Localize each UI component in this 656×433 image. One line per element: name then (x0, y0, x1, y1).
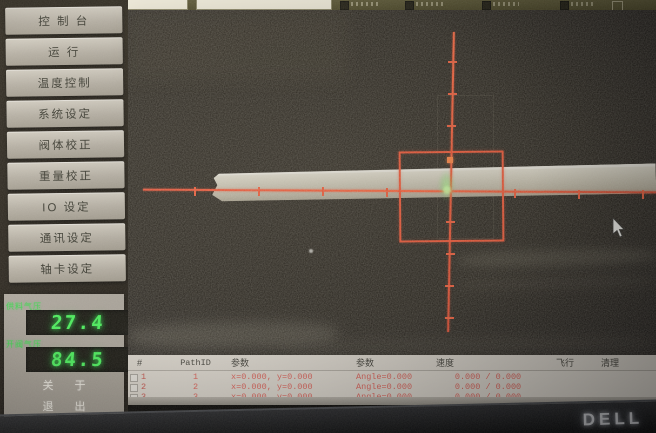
sidebar-item-system-settings[interactable]: 系统设定 (6, 99, 123, 128)
sidebar-item-run[interactable]: 运 行 (6, 37, 123, 66)
row-path-id: 1 (168, 372, 223, 382)
dispense-point (443, 186, 451, 194)
table-row[interactable]: 2 2 x=0.000, y=0.000 Angle=0.000 0.000 /… (128, 382, 656, 392)
sidebar-item-label: 温度控制 (38, 74, 92, 91)
stage-streak (458, 276, 656, 291)
col-param-1: 参数 (223, 356, 348, 369)
toolbar-checkbox-label-1 (351, 2, 381, 6)
dell-logo: DELL (582, 409, 643, 431)
row-pos: x=0.000, y=0.000 (223, 382, 348, 392)
row-angle: Angle=0.000 (348, 372, 428, 382)
col-fly: 飞行 (548, 356, 588, 369)
sidebar-item-label: 系统设定 (38, 105, 92, 122)
valve-pressure-display: 84.5 (26, 347, 130, 372)
sidebar-item-label: 阀体校正 (38, 136, 92, 153)
path-table: # PathID 参数 参数 速度 飞行 清理 1 1 x=0.000, y=0… (128, 355, 656, 403)
row-checkbox[interactable] (130, 374, 138, 382)
sidebar-item-label: 轴卡设定 (40, 260, 94, 277)
feed-pressure-value: 27.4 (50, 312, 106, 334)
crosshair-tick (447, 125, 456, 127)
toolbar-checkbox-3[interactable] (482, 1, 491, 10)
toolbar-input-1[interactable] (122, 0, 188, 10)
toolbar-checkbox-4[interactable] (560, 1, 569, 10)
toolbar-checkbox-2[interactable] (405, 1, 414, 10)
crosshair-tick (446, 253, 455, 255)
sidebar-item-console[interactable]: 控 制 台 (5, 6, 122, 35)
crosshair-tick (514, 189, 516, 198)
col-speed: 速度 (428, 356, 548, 369)
sidebar-item-label: 控 制 台 (38, 12, 89, 29)
sidebar-item-io-settings[interactable]: IO 设定 (8, 192, 125, 221)
sidebar-item-label: 重量校正 (39, 167, 93, 184)
crosshair-tick (448, 93, 457, 95)
mouse-cursor-icon (612, 218, 625, 238)
sidebar-item-weight-calibration[interactable]: 重量校正 (7, 161, 124, 190)
monitor-photo: 控 制 台 运 行 温度控制 系统设定 阀体校正 重量校正 IO 设定 通讯设定… (0, 0, 656, 433)
stage-streak (458, 247, 656, 269)
valve-pressure-value: 84.5 (50, 349, 106, 371)
row-speed: 0.000 / 0.000 (428, 382, 548, 392)
crosshair-tick (448, 61, 457, 63)
col-param-2: 参数 (348, 356, 428, 369)
sidebar-item-temperature-control[interactable]: 温度控制 (6, 68, 123, 97)
col-path-id: PathID (168, 358, 223, 368)
crosshair-tick (578, 190, 580, 199)
crosshair-tick (194, 187, 196, 196)
toolbar-input-2[interactable] (196, 0, 332, 10)
toolbar-checkbox-1[interactable] (340, 1, 349, 10)
sidebar: 控 制 台 运 行 温度控制 系统设定 阀体校正 重量校正 IO 设定 通讯设定… (0, 0, 128, 433)
camera-haze (128, 10, 348, 80)
row-speed: 0.000 / 0.000 (428, 372, 548, 382)
feed-pressure-display: 27.4 (26, 310, 130, 335)
toolbar-checkbox-label-2 (416, 2, 444, 6)
crosshair-tick (258, 187, 260, 196)
toolbar-checkbox-label-4 (571, 2, 595, 6)
crosshair-tick (445, 317, 454, 319)
crosshair-tick (445, 285, 454, 287)
sidebar-item-label: IO 设定 (42, 198, 91, 215)
dust-speck (309, 249, 313, 253)
row-checkbox[interactable] (130, 384, 138, 392)
camera-view[interactable] (128, 10, 656, 355)
col-clean: 清理 (588, 356, 656, 369)
row-pos: x=0.000, y=0.000 (223, 372, 348, 382)
crosshair-tick (386, 188, 388, 197)
sidebar-item-axis-card-settings[interactable]: 轴卡设定 (9, 254, 126, 283)
sidebar-item-valve-calibration[interactable]: 阀体校正 (7, 130, 124, 159)
table-header: # PathID 参数 参数 速度 飞行 清理 (128, 355, 656, 371)
col-index: # (128, 358, 168, 368)
row-path-id: 2 (168, 382, 223, 392)
row-angle: Angle=0.000 (348, 382, 428, 392)
toolbar-strip (118, 0, 656, 10)
sidebar-item-label: 运 行 (48, 43, 80, 59)
toolbar-checkbox-label-3 (493, 2, 519, 6)
about-button[interactable]: 关 于 (18, 376, 110, 393)
sidebar-item-comm-settings[interactable]: 通讯设定 (8, 223, 125, 252)
sidebar-item-label: 通讯设定 (40, 229, 94, 246)
table-row[interactable]: 1 1 x=0.000, y=0.000 Angle=0.000 0.000 /… (128, 372, 656, 382)
crosshair-tick (642, 190, 644, 199)
crosshair-tick (322, 187, 324, 196)
